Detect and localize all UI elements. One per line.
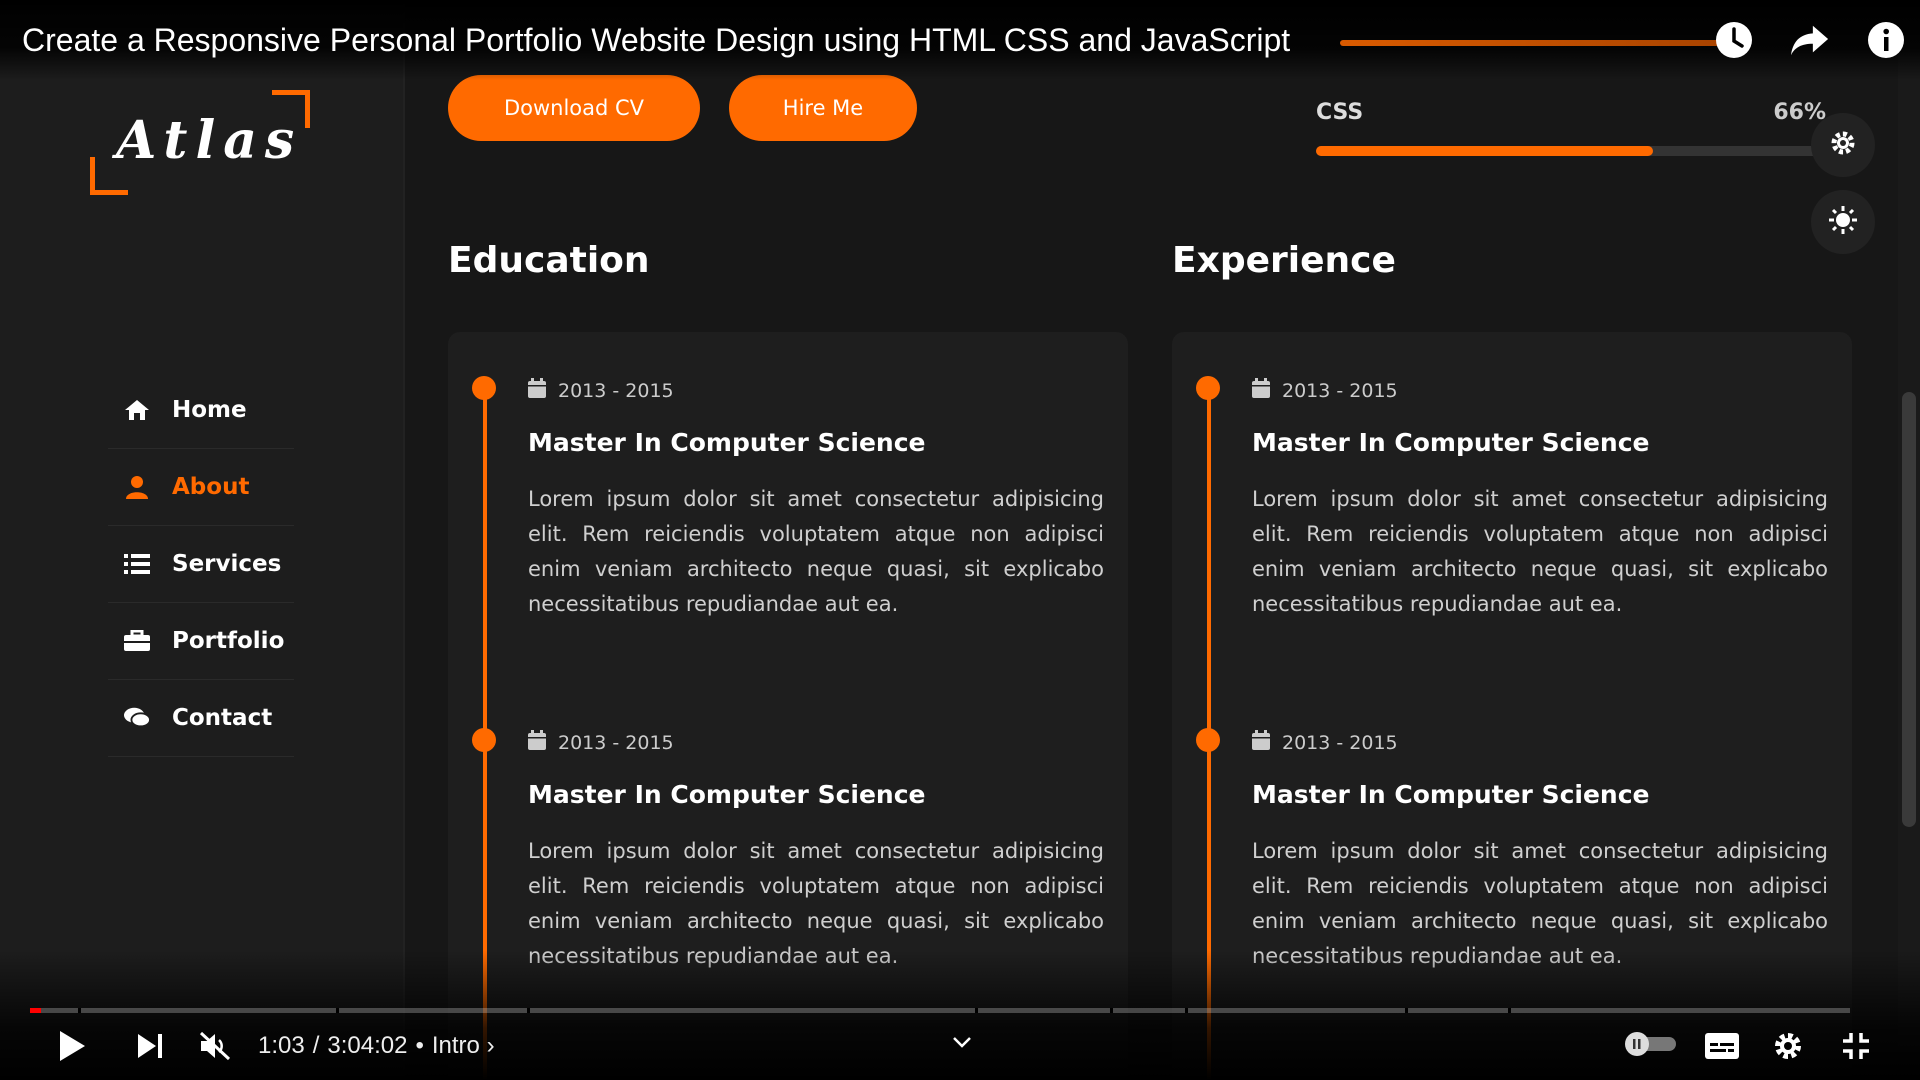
nav-label: Portfolio: [172, 628, 285, 654]
calendar-icon: [1252, 730, 1270, 755]
theme-toggle-button[interactable]: [1811, 190, 1875, 254]
info-icon[interactable]: [1866, 20, 1906, 60]
skill-percent: 66%: [1773, 100, 1826, 125]
skill-name: CSS: [1316, 100, 1364, 125]
subtitles-icon: [1702, 1026, 1742, 1066]
settings-icon: [1768, 1026, 1808, 1066]
settings-button[interactable]: [1768, 1028, 1808, 1064]
timeline-dot: [1196, 728, 1220, 752]
entry-title: Master In Computer Science: [1252, 428, 1650, 457]
page-scrollbar[interactable]: [1898, 36, 1920, 1046]
seek-played: [30, 1008, 41, 1013]
chapter-marker: [336, 1008, 339, 1013]
entry-date: 2013 - 2015: [528, 730, 674, 755]
download-cv-button[interactable]: Download CV: [448, 75, 700, 141]
video-frame[interactable]: Atlas Home About Services Portfolio Cont…: [0, 0, 1920, 1080]
chevron-right-icon: ›: [486, 1032, 495, 1059]
calendar-icon: [528, 730, 546, 755]
nav-item-contact[interactable]: Contact: [108, 680, 294, 757]
chevron-down-icon: [942, 1022, 982, 1062]
chat-icon: [124, 705, 150, 731]
chapter-marker: [78, 1008, 81, 1013]
list-icon: [124, 551, 150, 577]
chapter-marker: [1508, 1008, 1511, 1013]
entry-title: Master In Computer Science: [528, 780, 926, 809]
logo-text: Atlas: [116, 110, 303, 171]
entry-date-text: 2013 - 2015: [558, 379, 674, 402]
entry-title: Master In Computer Science: [1252, 780, 1650, 809]
exit-fullscreen-icon: [1836, 1026, 1876, 1066]
entry-date: 2013 - 2015: [1252, 730, 1398, 755]
entry-date-text: 2013 - 2015: [558, 731, 674, 754]
chapter-marker: [527, 1008, 530, 1013]
nav-label: About: [172, 474, 250, 500]
site-logo[interactable]: Atlas: [90, 90, 310, 195]
nav-item-portfolio[interactable]: Portfolio: [108, 603, 294, 680]
chapter-marker: [1110, 1008, 1113, 1013]
chapter-marker: [1185, 1008, 1188, 1013]
chapter-marker: [1405, 1008, 1408, 1013]
calendar-icon: [1252, 378, 1270, 403]
time-display: 1:03 / 3:04:02 • Intro ›: [258, 1028, 495, 1064]
site-main: Download CV Hire Me CSS 66% Education 20…: [448, 0, 1875, 1080]
subtitles-button[interactable]: [1702, 1028, 1742, 1064]
next-button[interactable]: [130, 1028, 170, 1064]
nav-label: Home: [172, 397, 247, 423]
video-title[interactable]: Create a Responsive Personal Portfolio W…: [22, 22, 1290, 59]
autoplay-toggle[interactable]: [1624, 1028, 1678, 1064]
top-bar-accent: [1340, 40, 1720, 46]
gear-icon: [1828, 128, 1858, 162]
entry-date-text: 2013 - 2015: [1282, 731, 1398, 754]
exit-fullscreen-button[interactable]: [1836, 1028, 1876, 1064]
skill-fill: [1316, 146, 1653, 156]
skill-track: [1316, 146, 1826, 156]
play-button[interactable]: [52, 1028, 92, 1064]
autoplay-toggle-icon: [1624, 1031, 1678, 1061]
chapter-marker: [975, 1008, 978, 1013]
sun-icon: [1828, 205, 1858, 239]
user-icon: [124, 474, 150, 500]
share-icon[interactable]: [1790, 20, 1830, 60]
calendar-icon: [528, 378, 546, 403]
scrollbar-thumb[interactable]: [1902, 392, 1916, 827]
chapter-link[interactable]: Intro ›: [432, 1032, 495, 1060]
entry-description: Lorem ipsum dolor sit amet consectetur a…: [1252, 487, 1828, 616]
experience-title: Experience: [1172, 240, 1396, 281]
skill-bar-css: CSS 66%: [1316, 100, 1826, 156]
chapters-toggle[interactable]: [942, 1024, 982, 1060]
hire-me-button[interactable]: Hire Me: [729, 75, 917, 141]
time-separator: /: [312, 1032, 320, 1059]
briefcase-icon: [124, 628, 150, 654]
next-icon: [130, 1026, 170, 1066]
site-sidebar: Atlas Home About Services Portfolio Cont…: [0, 0, 405, 1080]
nav-item-home[interactable]: Home: [108, 372, 294, 449]
entry-description: Lorem ipsum dolor sit amet consectetur a…: [528, 487, 1104, 616]
mute-button[interactable]: [196, 1028, 236, 1064]
timeline-dot: [1196, 376, 1220, 400]
timeline-dot: [472, 728, 496, 752]
mute-icon: [196, 1026, 236, 1066]
chapter-bullet: •: [415, 1032, 424, 1059]
current-time: 1:03: [258, 1032, 305, 1059]
entry-date-text: 2013 - 2015: [1282, 379, 1398, 402]
settings-gear-button[interactable]: [1811, 113, 1875, 177]
duration: 3:04:02: [327, 1032, 408, 1059]
player-top-icons: [1714, 20, 1906, 60]
entry-date: 2013 - 2015: [1252, 378, 1398, 403]
nav-item-services[interactable]: Services: [108, 526, 294, 603]
site-nav: Home About Services Portfolio Contact: [108, 372, 294, 757]
timeline-dot: [472, 376, 496, 400]
chapter-name: Intro: [431, 1032, 480, 1059]
nav-label: Services: [172, 551, 282, 577]
home-icon: [124, 397, 150, 423]
entry-date: 2013 - 2015: [528, 378, 674, 403]
watch-later-icon[interactable]: [1714, 20, 1754, 60]
nav-item-about[interactable]: About: [108, 449, 294, 526]
education-title: Education: [448, 240, 650, 281]
play-icon: [52, 1026, 92, 1066]
entry-title: Master In Computer Science: [528, 428, 926, 457]
seek-bar[interactable]: [30, 1008, 1850, 1013]
nav-label: Contact: [172, 705, 273, 731]
